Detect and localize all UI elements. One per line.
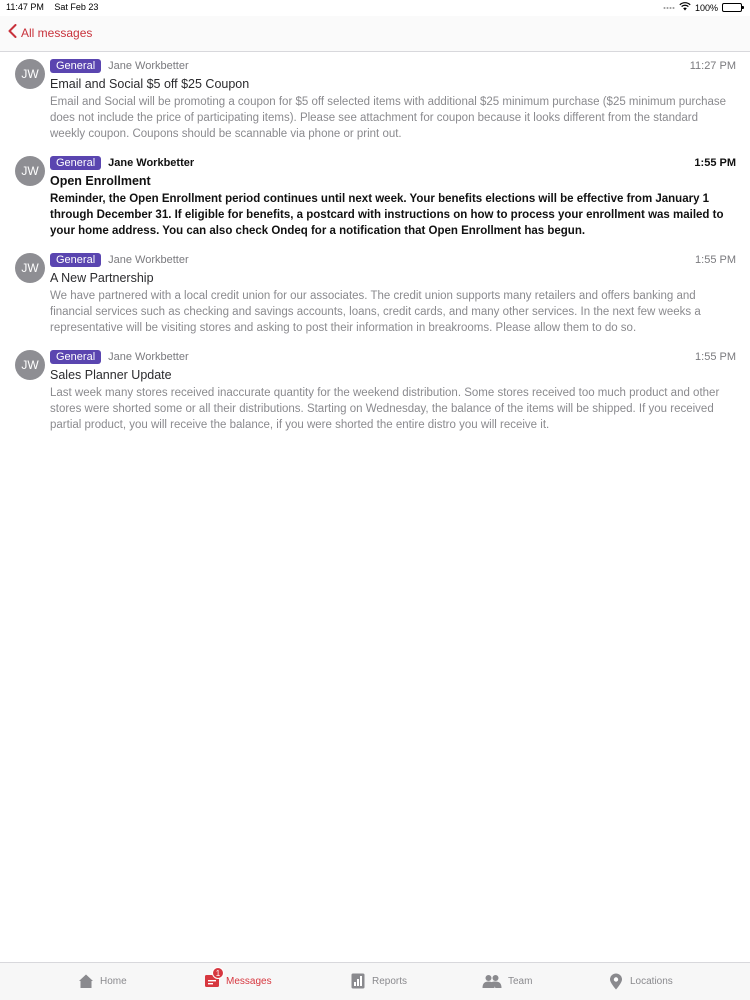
message-preview: Reminder, the Open Enrollment period con… bbox=[50, 193, 724, 237]
message-preview: Email and Social will be promoting a cou… bbox=[50, 96, 727, 140]
signal-dots-icon bbox=[663, 3, 675, 13]
message-subject: Open Enrollment bbox=[50, 174, 151, 188]
tab-label: Locations bbox=[630, 975, 673, 987]
status-date: Sat Feb 23 bbox=[54, 2, 99, 12]
back-button[interactable]: All messages bbox=[8, 24, 92, 41]
category-badge: General bbox=[50, 253, 102, 267]
category-badge: General bbox=[50, 350, 102, 364]
avatar: JW bbox=[15, 59, 45, 89]
battery-percent: 100% bbox=[694, 2, 718, 13]
sender-name: Jane Workbetter bbox=[108, 60, 189, 72]
location-pin-icon bbox=[608, 973, 624, 989]
message-list: JW General Jane Workbetter 11:27 PM Emai… bbox=[0, 52, 750, 440]
team-icon bbox=[482, 973, 502, 989]
tab-label: Home bbox=[100, 975, 127, 987]
status-bar: 11:47 PM Sat Feb 23 100% bbox=[0, 0, 750, 16]
sender-name: Jane Workbetter bbox=[108, 254, 189, 266]
navigation-bar: All messages bbox=[0, 16, 750, 52]
message-time: 1:55 PM bbox=[694, 157, 736, 169]
message-subject: A New Partnership bbox=[50, 271, 154, 285]
message-time: 1:55 PM bbox=[695, 254, 736, 266]
category-badge: General bbox=[50, 59, 102, 73]
avatar: JW bbox=[15, 350, 45, 380]
tab-home[interactable]: Home bbox=[78, 973, 127, 989]
battery-icon bbox=[722, 3, 744, 12]
message-item[interactable]: JW General Jane Workbetter 1:55 PM Sales… bbox=[0, 343, 750, 440]
message-subject: Email and Social $5 off $25 Coupon bbox=[50, 77, 250, 91]
status-time: 11:47 PM bbox=[6, 2, 44, 12]
tab-label: Team bbox=[508, 975, 533, 987]
notification-badge: 1 bbox=[212, 967, 224, 979]
tab-locations[interactable]: Locations bbox=[608, 973, 673, 989]
tab-bar: Home 1 Messages Reports Team Locations bbox=[0, 962, 750, 1000]
chevron-left-icon bbox=[8, 24, 17, 41]
tab-reports[interactable]: Reports bbox=[350, 973, 407, 989]
messages-icon: 1 bbox=[204, 967, 224, 989]
message-preview: We have partnered with a local credit un… bbox=[50, 290, 701, 334]
tab-label: Reports bbox=[372, 975, 408, 987]
message-item[interactable]: JW General Jane Workbetter 1:55 PM Open … bbox=[0, 149, 750, 246]
sender-name: Jane Workbetter bbox=[108, 157, 195, 169]
message-preview: Last week many stores received inaccurat… bbox=[50, 387, 720, 431]
back-label: All messages bbox=[21, 25, 93, 40]
tab-team[interactable]: Team bbox=[482, 973, 532, 989]
message-time: 11:27 PM bbox=[689, 60, 736, 72]
category-badge: General bbox=[50, 156, 102, 170]
avatar: JW bbox=[15, 156, 45, 186]
message-subject: Sales Planner Update bbox=[50, 368, 172, 382]
wifi-icon bbox=[679, 2, 691, 13]
home-icon bbox=[78, 973, 94, 989]
sender-name: Jane Workbetter bbox=[108, 351, 189, 363]
message-item[interactable]: JW General Jane Workbetter 11:27 PM Emai… bbox=[0, 52, 750, 149]
avatar: JW bbox=[15, 253, 45, 283]
message-item[interactable]: JW General Jane Workbetter 1:55 PM A New… bbox=[0, 246, 750, 343]
message-time: 1:55 PM bbox=[695, 351, 736, 363]
reports-icon bbox=[350, 973, 366, 989]
tab-messages[interactable]: 1 Messages bbox=[204, 967, 272, 989]
tab-label: Messages bbox=[226, 975, 272, 987]
